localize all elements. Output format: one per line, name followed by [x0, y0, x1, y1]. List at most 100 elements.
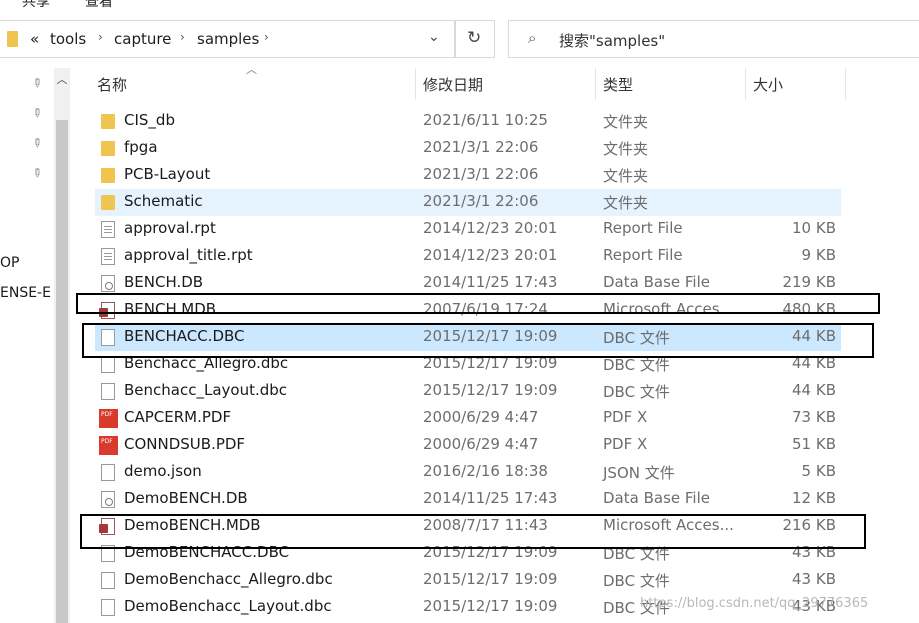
file-name: PCB-Layout [124, 165, 211, 183]
file-row[interactable]: demo.json 2016/2/16 18:38 JSON 文件 5 KB [95, 459, 841, 486]
file-name: fpga [124, 138, 158, 156]
file-type: PDF X [603, 408, 648, 426]
refresh-button[interactable]: ↻ [455, 20, 495, 58]
file-name: BENCH.DB [124, 273, 204, 291]
pin-icon[interactable]: ✎ [29, 134, 46, 151]
file-type: DBC 文件 [603, 572, 670, 590]
file-size: 43 KB [792, 570, 836, 588]
file-name: CIS_db [124, 111, 175, 129]
breadcrumb-tools[interactable]: tools [50, 30, 86, 48]
pdf-file-icon [99, 409, 118, 428]
nav-item[interactable]: ENSE-E [0, 285, 51, 301]
navigation-pane: ✎ ✎ ✎ ✎ OP ENSE-E ︿ [0, 68, 72, 623]
file-name: demo.json [124, 462, 202, 480]
file-size: 10 KB [792, 219, 836, 237]
file-date: 2021/6/11 10:25 [423, 111, 548, 129]
file-size: 44 KB [792, 381, 836, 399]
file-size: 219 KB [782, 273, 836, 291]
column-divider[interactable] [845, 68, 846, 100]
file-date: 2000/6/29 4:47 [423, 408, 539, 426]
folder-file-icon [101, 141, 115, 156]
file-name: CAPCERM.PDF [124, 408, 232, 426]
file-name: CONNDSUB.PDF [124, 435, 246, 453]
file-row[interactable]: fpga 2021/3/1 22:06 文件夹 [95, 135, 841, 162]
file-type: 文件夹 [603, 194, 649, 212]
file-row[interactable]: Schematic 2021/3/1 22:06 文件夹 [95, 189, 841, 216]
file-size: 73 KB [792, 408, 836, 426]
folder-icon [7, 31, 18, 47]
chevron-up-icon[interactable]: ︿ [54, 71, 70, 87]
nav-scrollbar[interactable]: ︿ [54, 68, 70, 623]
annotation-box [82, 323, 874, 358]
breadcrumb-capture[interactable]: capture [114, 30, 171, 48]
breadcrumb-samples[interactable]: samples [197, 30, 259, 48]
file-name: approval.rpt [124, 219, 216, 237]
file-row[interactable]: CIS_db 2021/6/11 10:25 文件夹 [95, 108, 841, 135]
rpt-file-icon [101, 248, 115, 265]
menu-item-share[interactable]: 共享 [22, 0, 50, 11]
file-row[interactable]: DemoBenchacc_Allegro.dbc 2015/12/17 19:09… [95, 567, 841, 594]
file-row[interactable]: approval.rpt 2014/12/23 20:01 Report File 1… [95, 216, 841, 243]
file-type: 文件夹 [603, 167, 649, 185]
address-bar[interactable]: « tools › capture › samples › ⌄ [0, 20, 455, 58]
file-date: 2014/12/23 20:01 [423, 246, 558, 264]
folder-file-icon [101, 195, 115, 210]
chevron-right-icon[interactable]: › [98, 30, 103, 44]
address-bar-row: « tools › capture › samples › ⌄ ↻ ⌕ 搜索"s… [0, 20, 919, 60]
file-date: 2021/3/1 22:06 [423, 165, 539, 183]
file-name: Schematic [124, 192, 203, 210]
file-date: 2015/12/17 19:09 [423, 381, 558, 399]
column-header-type[interactable]: 类型 [595, 68, 745, 100]
file-row[interactable]: Benchacc_Layout.dbc 2015/12/17 19:09 DBC 文… [95, 378, 841, 405]
nav-item[interactable]: OP [0, 255, 19, 271]
file-date: 2015/12/17 19:09 [423, 570, 558, 588]
file-row[interactable]: CAPCERM.PDF 2000/6/29 4:47 PDF X 73 KB [95, 405, 841, 432]
doc-file-icon [101, 599, 115, 616]
file-row[interactable]: DemoBENCH.DB 2014/11/25 17:43 Data Base Fi… [95, 486, 841, 513]
pdf-file-icon [99, 436, 118, 455]
pin-icon[interactable]: ✎ [29, 104, 46, 121]
rpt-file-icon [101, 221, 115, 238]
column-header-date[interactable]: 修改日期 [415, 68, 595, 100]
chevron-down-icon[interactable]: ⌄ [428, 29, 440, 45]
file-date: 2015/12/17 19:09 [423, 597, 558, 615]
file-date: 2014/11/25 17:43 [423, 273, 558, 291]
file-date: 2000/6/29 4:47 [423, 435, 539, 453]
file-name: DemoBenchacc_Allegro.dbc [124, 570, 333, 588]
search-icon: ⌕ [528, 29, 537, 47]
refresh-icon: ↻ [467, 28, 482, 48]
file-type: PDF X [603, 435, 648, 453]
doc-file-icon [101, 383, 115, 400]
file-row[interactable]: CONNDSUB.PDF 2000/6/29 4:47 PDF X 51 KB [95, 432, 841, 459]
chevron-right-icon[interactable]: › [264, 30, 269, 44]
menu-item-view[interactable]: 查看 [85, 0, 113, 11]
file-date: 2016/2/16 18:38 [423, 462, 548, 480]
search-input[interactable]: ⌕ 搜索"samples" [508, 20, 919, 58]
file-date: 2021/3/1 22:06 [423, 138, 539, 156]
file-type: Report File [603, 219, 683, 237]
pin-icon[interactable]: ✎ [29, 74, 46, 91]
pin-icon[interactable]: ✎ [29, 164, 46, 181]
file-row[interactable]: PCB-Layout 2021/3/1 22:06 文件夹 [95, 162, 841, 189]
column-header-size[interactable]: 大小 [745, 68, 845, 100]
file-type: Report File [603, 246, 683, 264]
annotation-box [76, 293, 880, 314]
watermark: https://blog.csdn.net/qq_29776365 [640, 596, 869, 611]
doc-file-icon [101, 356, 115, 373]
nav-scroll-thumb[interactable] [56, 120, 68, 623]
file-row[interactable]: approval_title.rpt 2014/12/23 20:01 Report… [95, 243, 841, 270]
menu-bar: 共享 查看 [0, 0, 919, 12]
file-size: 9 KB [801, 246, 836, 264]
folder-file-icon [101, 114, 115, 129]
file-name: DemoBenchacc_Layout.dbc [124, 597, 332, 615]
address-overflow[interactable]: « [30, 30, 39, 48]
file-name: approval_title.rpt [124, 246, 253, 264]
file-type: Data Base File [603, 489, 710, 507]
doc-file-icon [101, 572, 115, 589]
file-date: 2014/11/25 17:43 [423, 489, 558, 507]
file-type: 文件夹 [603, 140, 649, 158]
file-size: 5 KB [801, 462, 836, 480]
column-header-name[interactable]: 名称 [89, 68, 415, 100]
chevron-right-icon[interactable]: › [180, 30, 185, 44]
db-file-icon [101, 491, 115, 508]
